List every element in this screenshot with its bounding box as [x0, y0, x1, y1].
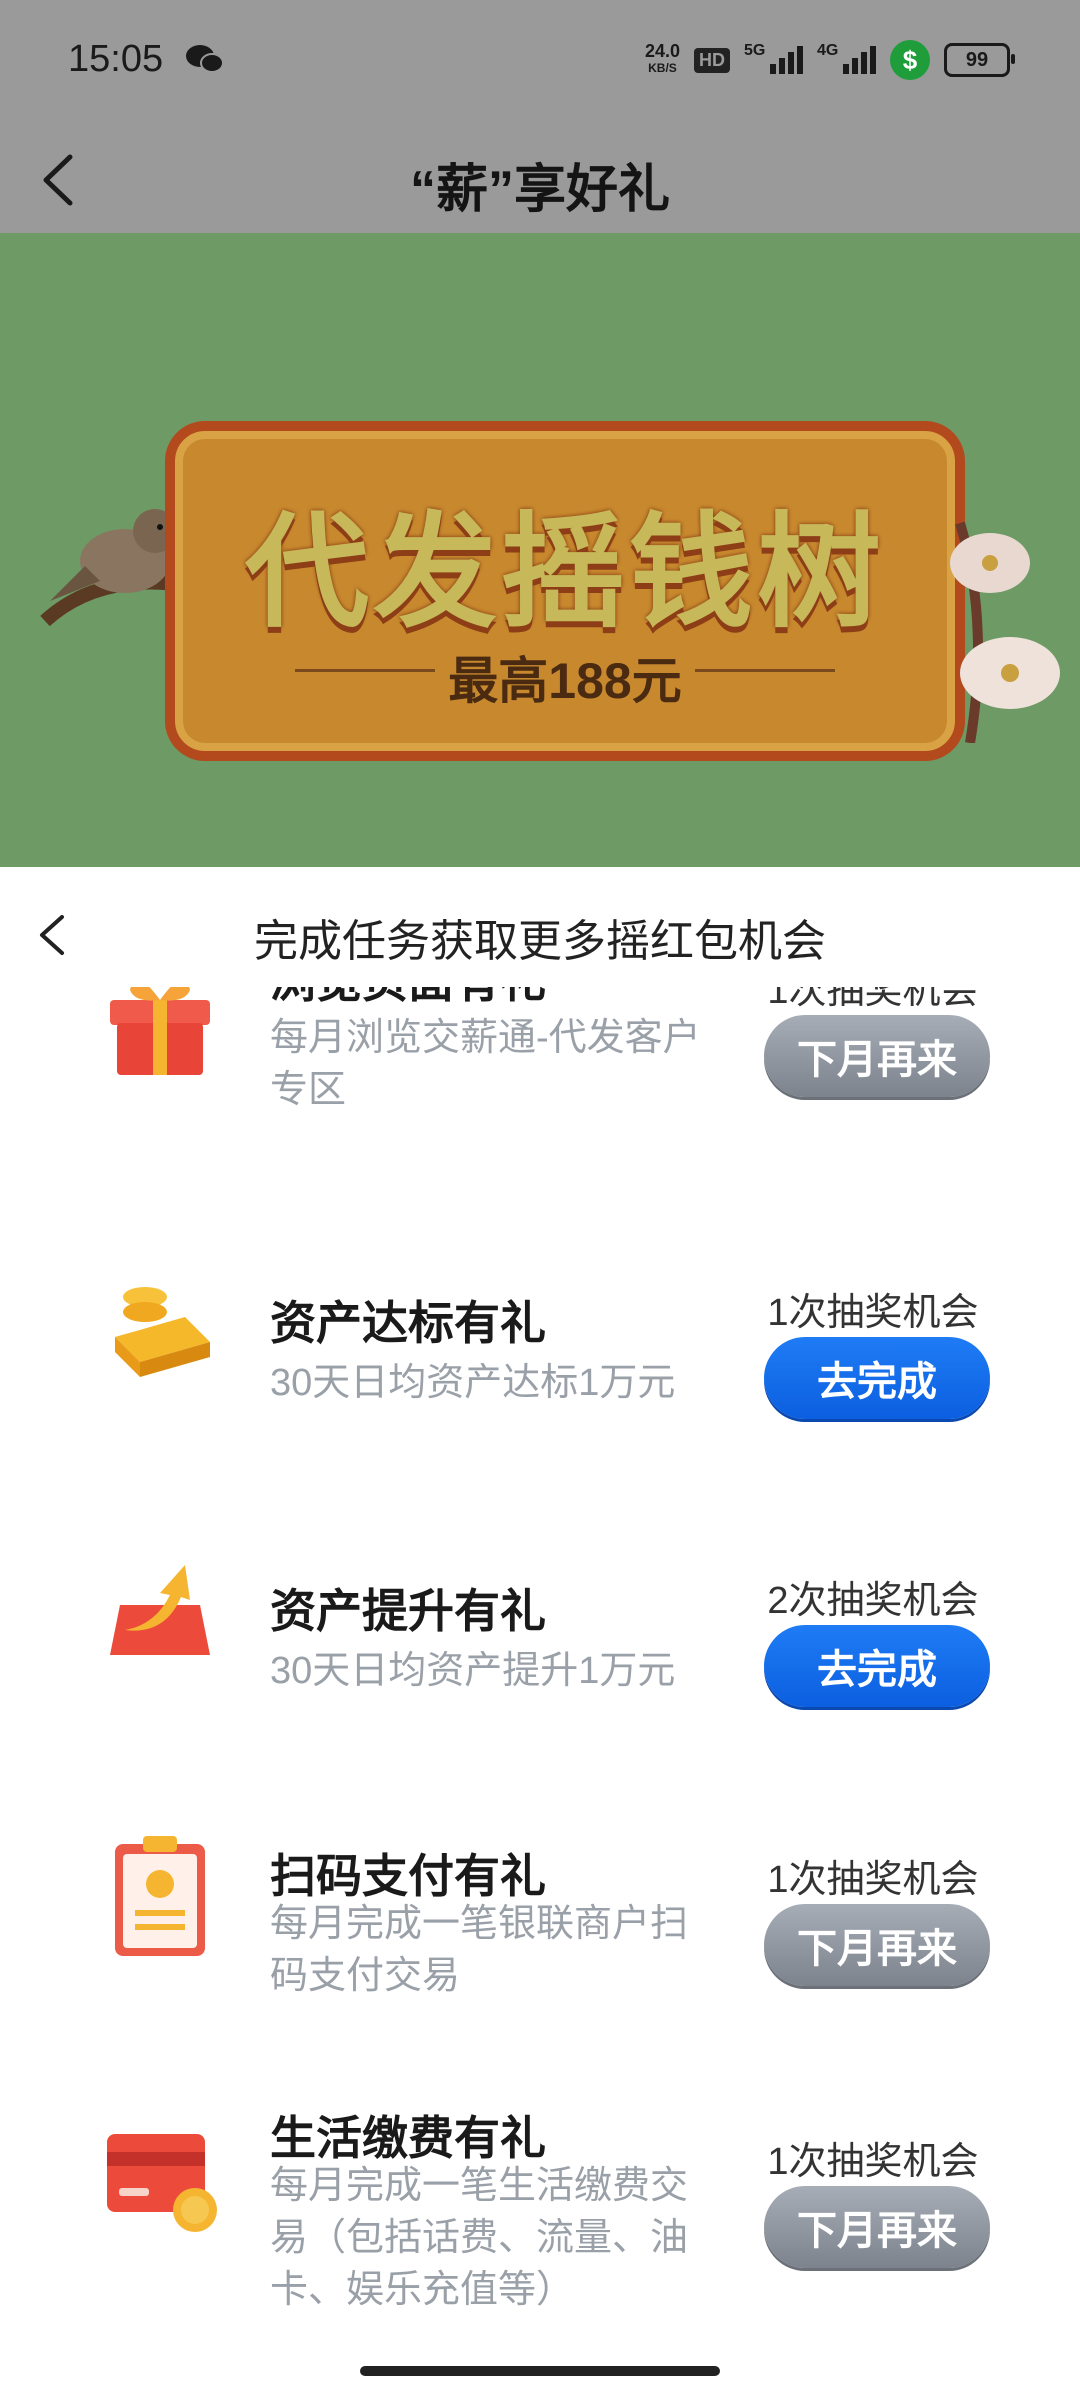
list-item: 资产达标有礼 30天日均资产达标1万元 1次抽奖机会 去完成: [0, 1287, 1080, 1487]
banner-title: 代发摇钱树: [244, 504, 885, 642]
list-item: 浏览页面有礼 每月浏览交薪通-代发客户专区 1次抽奖机会 下月再来: [0, 955, 1080, 1167]
status-bar: 15:05 24.0 KB/S HD 5G 4G $ 99: [0, 0, 1080, 125]
go-complete-button[interactable]: 去完成: [764, 1337, 990, 1419]
page-title: “薪”享好礼: [409, 161, 670, 219]
promo-banner: 代发摇钱树 最高188元: [0, 233, 1080, 867]
hd-badge: HD: [694, 47, 730, 73]
banner-sign: 代发摇钱树 最高188元: [165, 421, 965, 761]
divider: [695, 669, 835, 672]
gold-coins-icon: [115, 1287, 210, 1377]
dollar-app-icon: $: [890, 40, 930, 80]
next-month-button[interactable]: 下月再来: [764, 2186, 990, 2268]
next-month-button[interactable]: 下月再来: [764, 1904, 990, 1986]
task-sheet: 浏览页面有礼 每月浏览交薪通-代发客户专区 1次抽奖机会 下月再来 资产达标有礼…: [0, 867, 1080, 2400]
list-item: 资产提升有礼 30天日均资产提升1万元 2次抽奖机会 去完成: [0, 1565, 1080, 1775]
signal-4g-icon: 4G: [817, 42, 876, 74]
battery-icon: 99: [944, 43, 1015, 77]
list-item: 扫码支付有礼 每月完成一笔银联商户扫码支付交易 1次抽奖机会 下月再来: [0, 1836, 1080, 2040]
sheet-header: 完成任务获取更多摇红包机会: [0, 867, 1080, 987]
status-time: 15:05: [68, 38, 164, 80]
list-item: 生活缴费有礼 每月完成一笔生活缴费交易（包括话费、流量、油卡、娱乐充值等） 1次…: [0, 2102, 1080, 2311]
rising-arrow-icon: [110, 1565, 210, 1655]
payment-card-icon: [107, 2134, 217, 2232]
signal-5g-icon: 5G: [744, 42, 803, 74]
nav-bar: “薪”享好礼: [0, 125, 1080, 233]
net-speed: 24.0 KB/S: [644, 41, 680, 75]
clipboard-icon: [115, 1836, 205, 1956]
home-indicator[interactable]: [360, 2366, 720, 2376]
banner-subtitle: 最高188元: [448, 653, 682, 709]
sheet-title: 完成任务获取更多摇红包机会: [254, 917, 826, 966]
next-month-button[interactable]: 下月再来: [764, 1015, 990, 1097]
task-list[interactable]: 浏览页面有礼 每月浏览交薪通-代发客户专区 1次抽奖机会 下月再来 资产达标有礼…: [0, 867, 1080, 2400]
wechat-icon: [186, 45, 224, 73]
go-complete-button[interactable]: 去完成: [764, 1625, 990, 1707]
flower-branch-icon: [950, 521, 1060, 743]
